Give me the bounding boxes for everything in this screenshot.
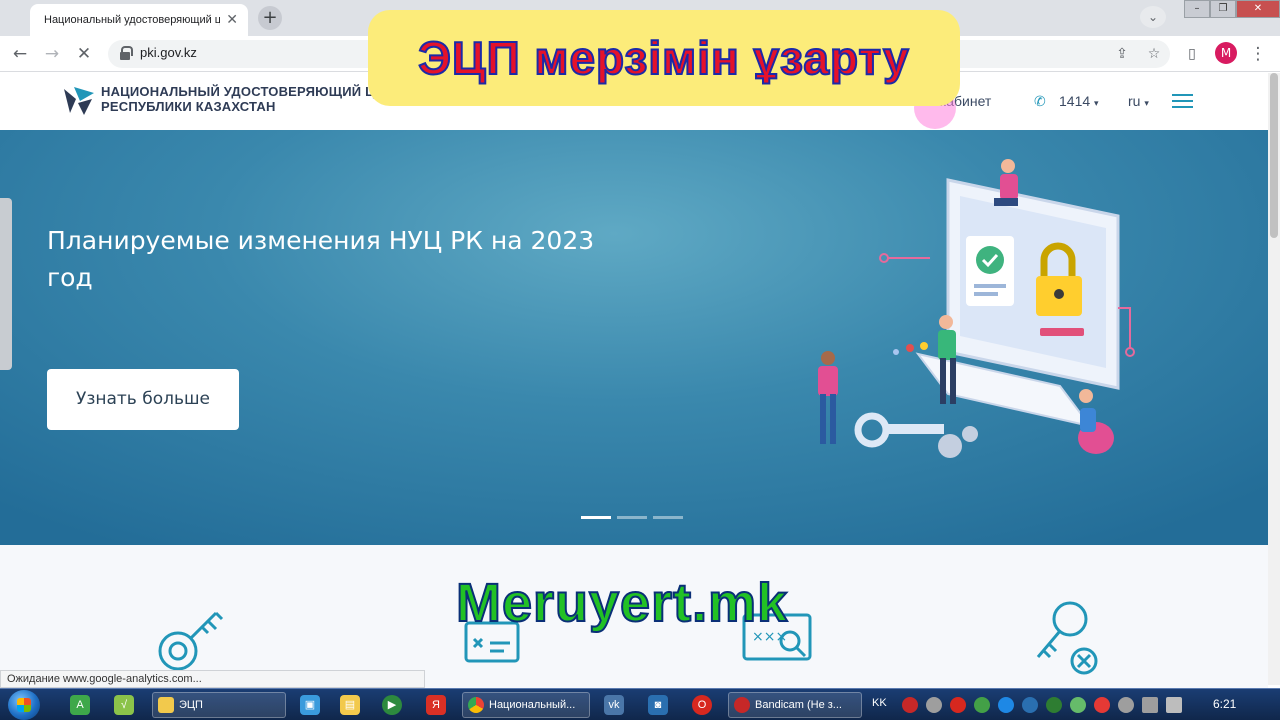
spreadsheet-app-icon[interactable]: √ [114, 695, 134, 715]
input-language[interactable]: KK [872, 697, 887, 709]
hamburger-menu-icon[interactable] [1172, 94, 1193, 108]
lock-icon[interactable] [120, 46, 133, 60]
key-revoke-icon[interactable] [1026, 595, 1106, 675]
close-window-button[interactable]: ✕ [1236, 0, 1280, 18]
language-selector[interactable]: ru ▾ [1128, 93, 1149, 109]
security-illustration [818, 159, 1135, 458]
taskbar-clock[interactable]: 6:21 [1213, 697, 1236, 711]
stop-loading-icon[interactable]: ✕ [72, 42, 96, 66]
browser-status-bubble: Ожидание www.google-analytics.com... [0, 670, 425, 688]
viber-icon[interactable]: ◙ [648, 695, 668, 715]
whatsapp-tray-icon[interactable] [1070, 697, 1086, 713]
taskbar-task-folder-label: ЭЦП [179, 699, 203, 711]
chevron-down-icon: ▾ [1144, 98, 1149, 108]
window-controls: – ❐ ✕ [1184, 0, 1280, 18]
network-tray-icon[interactable] [1118, 697, 1134, 713]
chrome-icon [468, 697, 484, 713]
taskbar-task-bandicam[interactable]: Bandicam (Не з... [728, 692, 862, 718]
android-studio-icon[interactable]: A [70, 695, 90, 715]
side-panel-icon[interactable]: ▯ [1180, 42, 1204, 66]
phone-number: 1414 [1059, 93, 1091, 109]
site-logo-text[interactable]: НАЦИОНАЛЬНЫЙ УДОСТОВЕРЯЮЩИЙ ЦЕНТР РЕСПУБ… [101, 84, 410, 114]
back-arrow-icon[interactable]: ← [8, 42, 32, 66]
control-panel-icon[interactable]: ▣ [300, 695, 320, 715]
nuc-logo-icon[interactable] [62, 85, 96, 117]
vk-icon[interactable]: vk [604, 695, 624, 715]
bandicam-icon [734, 697, 750, 713]
maximize-button[interactable]: ❐ [1210, 0, 1236, 18]
minimize-button[interactable]: – [1184, 0, 1210, 18]
side-drawer-handle[interactable] [0, 198, 12, 370]
tab-search-icon[interactable]: ⌄ [1140, 6, 1166, 28]
forward-arrow-icon[interactable]: → [40, 42, 64, 66]
location-tray-icon[interactable] [998, 697, 1014, 713]
signal-tray-icon[interactable] [1142, 697, 1158, 713]
url-text[interactable]: pki.gov.kz [140, 45, 197, 60]
tab-title: Национальный удостоверяющий центр [44, 14, 221, 26]
windows-start-icon[interactable] [8, 690, 40, 720]
taskbar-task-chrome-label: Национальный... [489, 699, 576, 711]
overlay-title-banner: ЭЦП мерзімін ұзарту [368, 10, 960, 106]
record-tray-icon[interactable] [902, 697, 918, 713]
android-tray-icon[interactable] [974, 697, 990, 713]
close-tab-icon[interactable]: ✕ [226, 12, 238, 28]
share-icon[interactable]: ⇪ [1112, 44, 1132, 64]
folder-icon [158, 697, 174, 713]
browser-tab[interactable]: Национальный удостоверяющий центр ✕ [30, 4, 248, 36]
new-tab-button[interactable]: + [258, 6, 282, 30]
watermark-text: Meruyert.mk [455, 572, 789, 634]
logo-line-2: РЕСПУБЛИКИ КАЗАХСТАН [101, 99, 276, 114]
bookmark-star-icon[interactable]: ☆ [1144, 44, 1164, 64]
phone-icon: ✆ [1034, 93, 1046, 109]
taskbar-task-folder[interactable]: ЭЦП [152, 692, 286, 718]
language-code: ru [1128, 93, 1141, 109]
security-tray-icon[interactable] [1046, 697, 1062, 713]
yandex-icon[interactable]: Я [426, 695, 446, 715]
profile-avatar[interactable]: M [1215, 42, 1237, 64]
learn-more-button[interactable]: Узнать больше [47, 369, 239, 430]
windows-taskbar: A √ ЭЦП ▣ ▤ ▶ Я Национальный... vk ◙ O B… [0, 688, 1280, 720]
phone-link[interactable]: 1414 ▾ [1059, 93, 1099, 109]
page-scrollbar[interactable] [1268, 73, 1280, 685]
slider-dots [581, 516, 683, 519]
logo-line-1: НАЦИОНАЛЬНЫЙ УДОСТОВЕРЯЮЩИЙ ЦЕНТР [101, 84, 411, 99]
overlay-title-text: ЭЦП мерзімін ұзарту [417, 31, 910, 85]
hero-banner: Планируемые изменения НУЦ РК на 2023 год… [0, 130, 1280, 545]
key-icon[interactable] [150, 595, 230, 675]
bluetooth-tray-icon[interactable] [1022, 697, 1038, 713]
update-tray-icon[interactable] [926, 697, 942, 713]
slide-dot-1[interactable] [581, 516, 611, 519]
scrollbar-thumb[interactable] [1270, 73, 1278, 238]
chevron-down-icon: ▾ [1094, 98, 1099, 108]
taskbar-task-chrome[interactable]: Национальный... [462, 692, 590, 718]
antivirus-tray-icon[interactable] [1094, 697, 1110, 713]
volume-tray-icon[interactable] [1166, 697, 1182, 713]
hero-heading: Планируемые изменения НУЦ РК на 2023 год [47, 226, 595, 292]
explorer-icon[interactable]: ▤ [340, 695, 360, 715]
media-player-icon[interactable]: ▶ [382, 695, 402, 715]
taskbar-task-bandicam-label: Bandicam (Не з... [755, 699, 842, 711]
menu-dots-icon[interactable]: ⋮ [1246, 42, 1270, 66]
opera-tray-icon[interactable] [950, 697, 966, 713]
opera-icon[interactable]: O [692, 695, 712, 715]
slide-dot-2[interactable] [617, 516, 647, 519]
slide-dot-3[interactable] [653, 516, 683, 519]
